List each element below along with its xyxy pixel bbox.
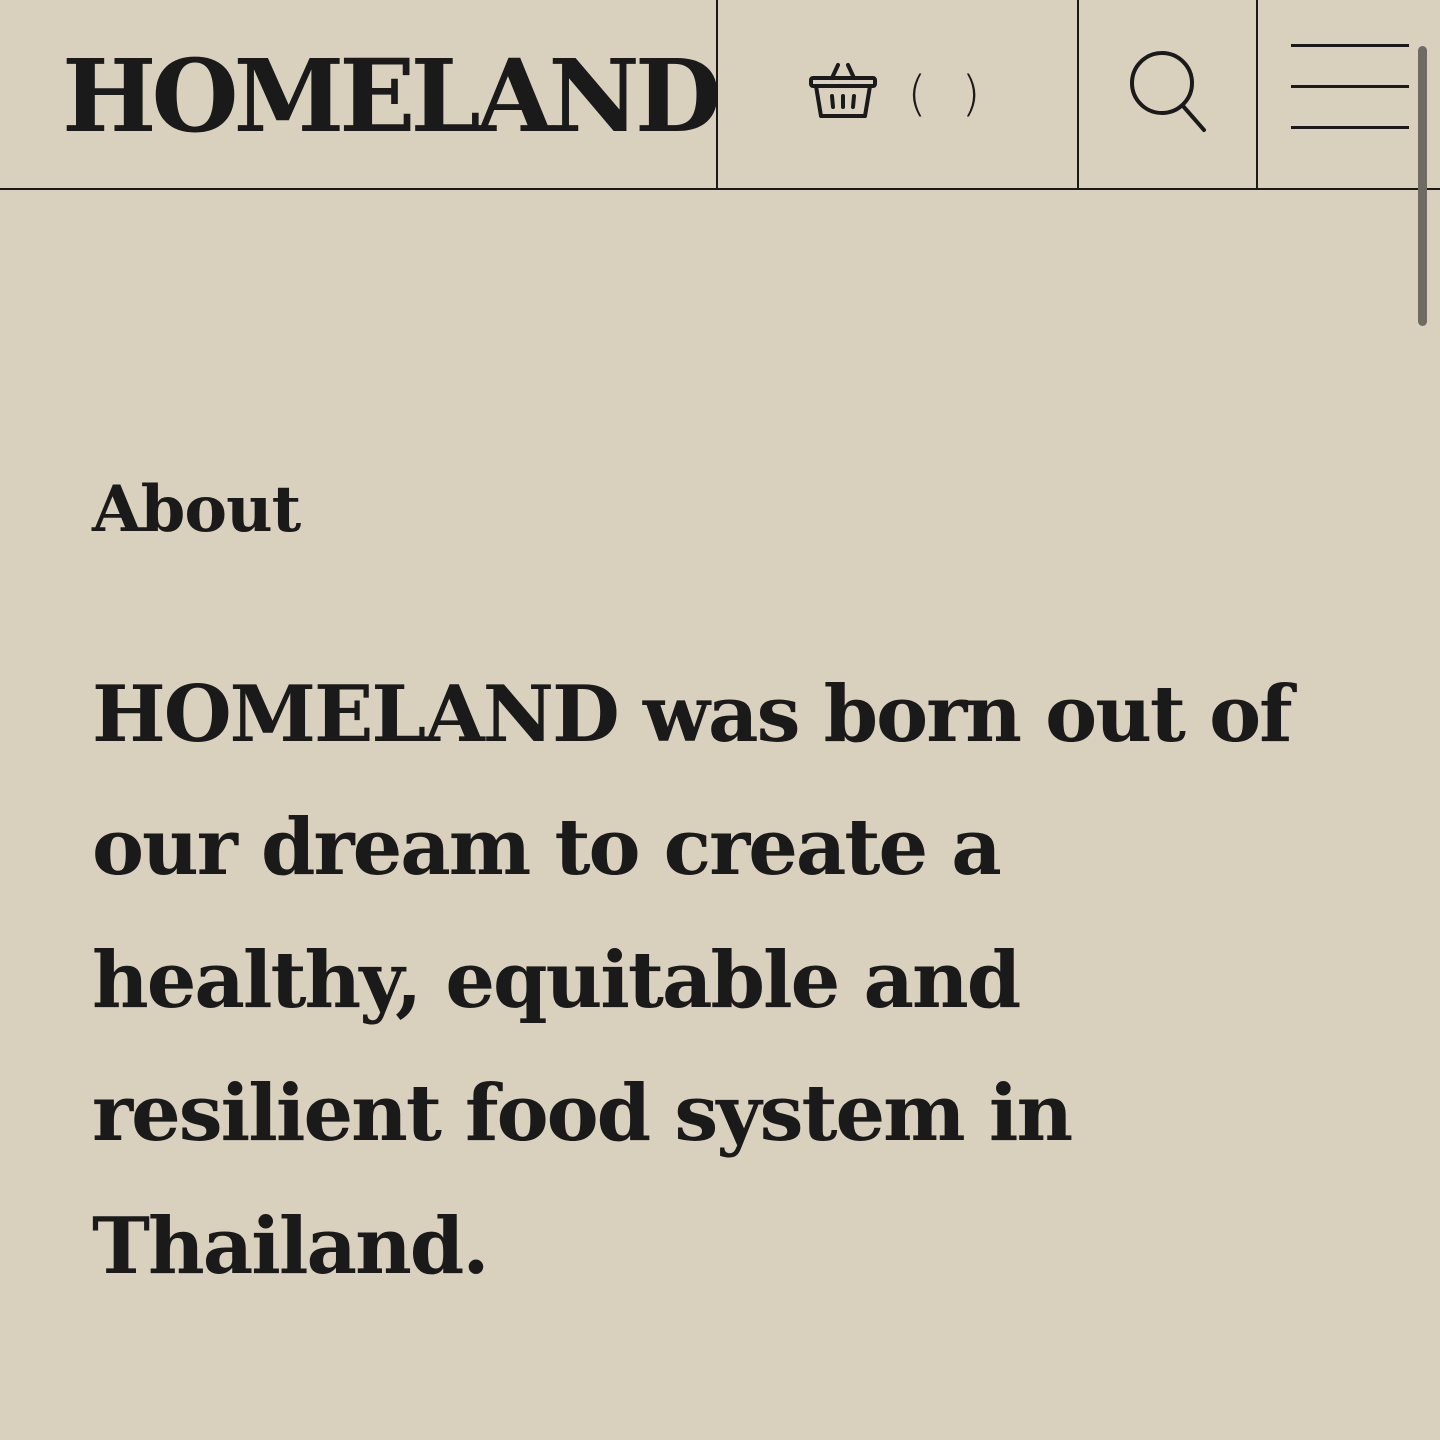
menu-bar: [1291, 44, 1409, 47]
scrollbar-thumb[interactable]: [1418, 46, 1427, 326]
cart-button[interactable]: ( ): [720, 0, 1078, 188]
about-text: HOMELAND was born out of our dream to cr…: [92, 669, 1293, 1292]
about-heading: About: [92, 472, 301, 547]
cart-count: ( ): [907, 66, 991, 122]
search-icon: [1129, 50, 1209, 139]
header-divider: [1077, 0, 1079, 188]
menu-bar: [1291, 126, 1409, 129]
hamburger-menu-icon[interactable]: [1259, 0, 1409, 188]
header-divider: [716, 0, 718, 188]
search-button[interactable]: [1080, 0, 1257, 188]
basket-icon: [808, 62, 878, 127]
page: HOMELAND ( ) About HOMELAND was born out…: [0, 0, 1440, 1440]
site-header: HOMELAND ( ): [0, 0, 1440, 190]
menu-bar: [1291, 85, 1409, 88]
header-divider: [1256, 0, 1258, 188]
homeland-logo[interactable]: HOMELAND: [62, 36, 722, 156]
